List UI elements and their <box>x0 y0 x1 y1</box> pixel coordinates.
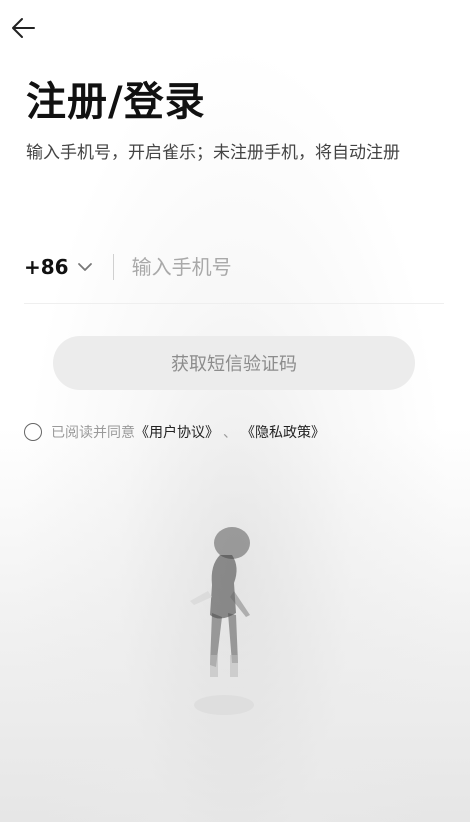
chevron-down-icon <box>77 263 92 271</box>
agreement-row: 已阅读并同意 《用户协议》 、 《隐私政策》 <box>24 422 325 442</box>
phone-row-divider <box>24 303 444 304</box>
vertical-divider <box>112 254 114 280</box>
agree-checkbox[interactable] <box>24 423 42 441</box>
country-code-selector[interactable]: +86 <box>24 255 93 279</box>
background-figure-image <box>190 527 254 715</box>
back-button[interactable] <box>10 14 38 42</box>
agreement-separator: 、 <box>223 425 237 441</box>
page-title: 注册/登录 <box>26 79 206 125</box>
user-agreement-link[interactable]: 《用户协议》 <box>135 422 219 442</box>
page-subtitle: 输入手机号，开启雀乐；未注册手机，将自动注册 <box>26 143 400 163</box>
phone-input-row: +86 <box>24 240 444 294</box>
phone-number-input[interactable] <box>131 255 402 279</box>
arrow-left-icon <box>12 18 35 38</box>
agreement-prefix: 已阅读并同意 <box>51 425 135 441</box>
privacy-policy-link[interactable]: 《隐私政策》 <box>241 422 325 442</box>
country-code: +86 <box>24 255 69 279</box>
get-sms-code-button[interactable]: 获取短信验证码 <box>53 336 415 390</box>
